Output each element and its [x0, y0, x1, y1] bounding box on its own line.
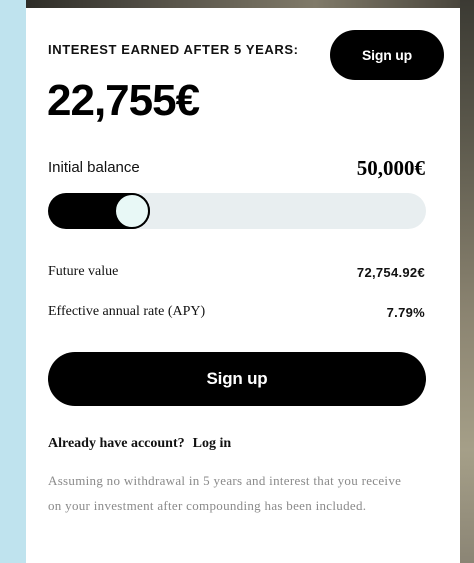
- initial-balance-value: 50,000€: [356, 156, 425, 180]
- background-right-image: [460, 0, 474, 563]
- apy-value: 7.79%: [386, 305, 425, 320]
- account-prompt-line: Already have account? Log in: [48, 436, 231, 452]
- disclaimer-text: Assuming no withdrawal in 5 years and in…: [48, 473, 402, 513]
- background-left-panel: [0, 0, 26, 563]
- background-top-image: [26, 0, 460, 8]
- header-sign-up-button[interactable]: Sign up: [330, 30, 444, 80]
- future-value-amount: 72,754.92€: [356, 265, 425, 280]
- future-value-label: Future value: [48, 264, 119, 279]
- balance-slider[interactable]: [48, 193, 426, 229]
- account-prompt-text: Already have account?: [48, 436, 185, 451]
- interest-heading: INTEREST EARNED AFTER 5 YEARS:: [48, 42, 299, 57]
- apy-label: Effective annual rate (APY): [48, 304, 206, 319]
- slider-thumb[interactable]: [114, 193, 150, 229]
- log-in-link[interactable]: Log in: [193, 436, 232, 451]
- sign-up-button[interactable]: Sign up: [48, 352, 426, 406]
- interest-amount: 22,755€: [47, 76, 200, 125]
- initial-balance-label: Initial balance: [48, 159, 140, 176]
